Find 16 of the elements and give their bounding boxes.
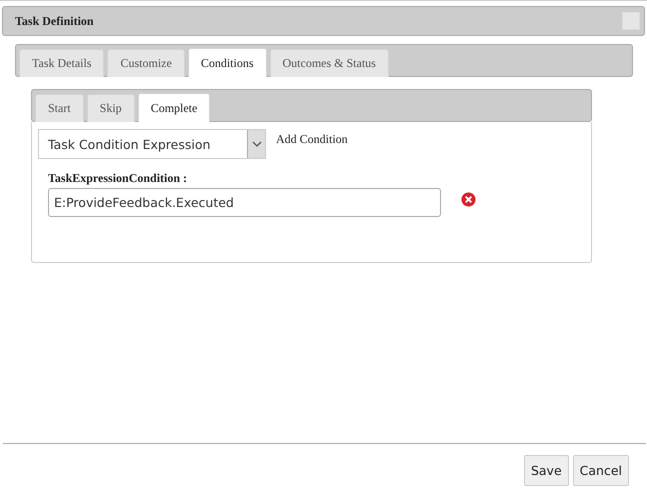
tab[interactable]: Outcomes & Status	[270, 49, 389, 77]
caret-icon	[252, 141, 262, 147]
save-button[interactable]: Save	[524, 455, 569, 486]
tab[interactable]: Customize	[107, 49, 185, 77]
tab[interactable]: Start	[35, 94, 84, 122]
expression-field[interactable]: E:ProvideFeedback.Executed	[48, 188, 441, 217]
condition-dropdown[interactable]: Task Condition Expression	[38, 129, 266, 159]
cancel-button[interactable]: Cancel	[572, 455, 629, 486]
field-label: TaskExpressionCondition :	[48, 171, 188, 186]
tab[interactable]: Task Details	[19, 49, 104, 77]
window-title: Task Definition	[15, 14, 94, 28]
add-condition-link[interactable]: Add Condition	[276, 132, 348, 147]
tab[interactable]: Complete	[138, 93, 210, 122]
tab[interactable]: Conditions	[188, 48, 266, 77]
tab[interactable]: Skip	[86, 94, 135, 122]
remove-icon[interactable]	[461, 192, 476, 207]
